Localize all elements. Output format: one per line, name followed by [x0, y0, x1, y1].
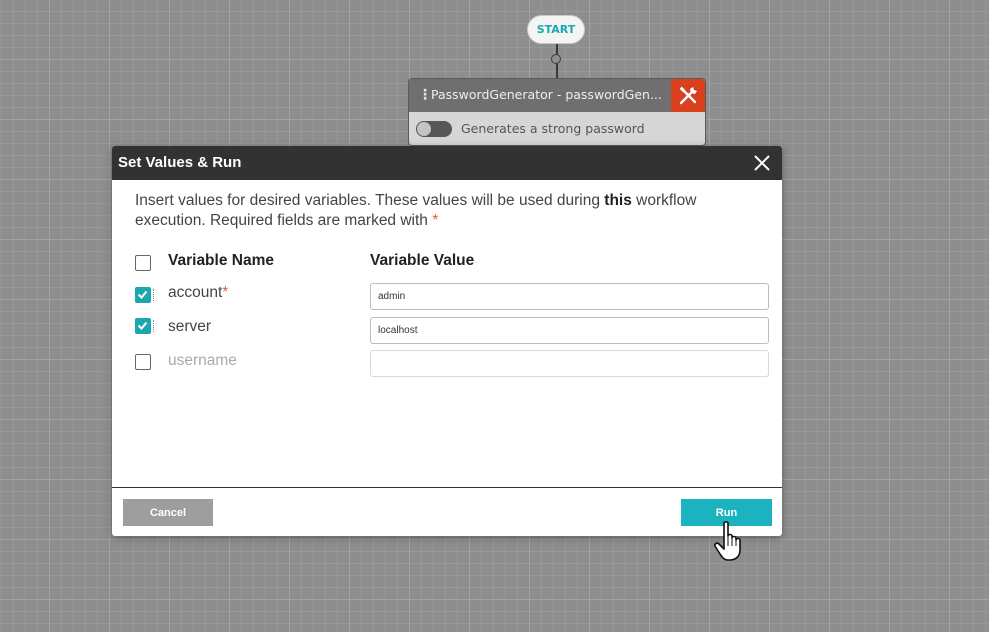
- variable-name-text: account: [168, 284, 223, 301]
- start-label: START: [536, 23, 576, 36]
- intro-text: Insert values for desired variables. The…: [135, 192, 605, 209]
- task-node-title: PasswordGenerator - passwordGen...: [431, 87, 662, 102]
- required-marker: *: [432, 212, 439, 229]
- dialog-header: Set Values & Run: [112, 146, 782, 180]
- vertical-dots-icon[interactable]: ⋮: [418, 86, 432, 104]
- cancel-button[interactable]: Cancel: [123, 499, 213, 526]
- column-variable-value: Variable Value: [370, 252, 475, 269]
- select-all-checkbox[interactable]: [135, 255, 151, 271]
- start-node[interactable]: START: [527, 15, 585, 44]
- variable-checkbox-account[interactable]: [135, 287, 151, 303]
- dialog-intro: Insert values for desired variables. The…: [135, 191, 765, 231]
- intro-emphasis: this: [604, 192, 632, 209]
- task-node-description: Generates a strong password: [461, 121, 645, 136]
- required-marker: *: [222, 284, 229, 301]
- task-node[interactable]: ⋮ PasswordGenerator - passwordGen... Gen…: [408, 78, 706, 146]
- hand-pointer-cursor-icon: [714, 521, 741, 561]
- variable-name-username: username: [168, 352, 237, 369]
- drag-handle-icon[interactable]: [153, 320, 157, 332]
- dialog-footer-divider: [112, 487, 782, 488]
- drag-handle-icon[interactable]: [153, 289, 157, 301]
- variable-name-account: account*: [168, 284, 228, 302]
- connector-dot: [551, 54, 561, 64]
- column-variable-name: Variable Name: [168, 252, 274, 269]
- variable-value-input-server[interactable]: localhost: [370, 317, 769, 344]
- task-node-header[interactable]: ⋮ PasswordGenerator - passwordGen...: [409, 79, 671, 112]
- variable-value-input-account[interactable]: admin: [370, 283, 769, 310]
- variable-name-server: server: [168, 318, 212, 335]
- dialog-title: Set Values & Run: [118, 154, 242, 171]
- wrench-screwdriver-icon[interactable]: [671, 79, 705, 112]
- close-icon[interactable]: [753, 154, 771, 172]
- variable-checkbox-username[interactable]: [135, 354, 151, 370]
- variable-checkbox-server[interactable]: [135, 318, 151, 334]
- variable-value-input-username[interactable]: [370, 350, 769, 377]
- task-node-toggle[interactable]: [416, 121, 452, 137]
- toggle-knob: [417, 122, 431, 136]
- set-values-dialog: Set Values & Run Insert values for desir…: [112, 146, 782, 536]
